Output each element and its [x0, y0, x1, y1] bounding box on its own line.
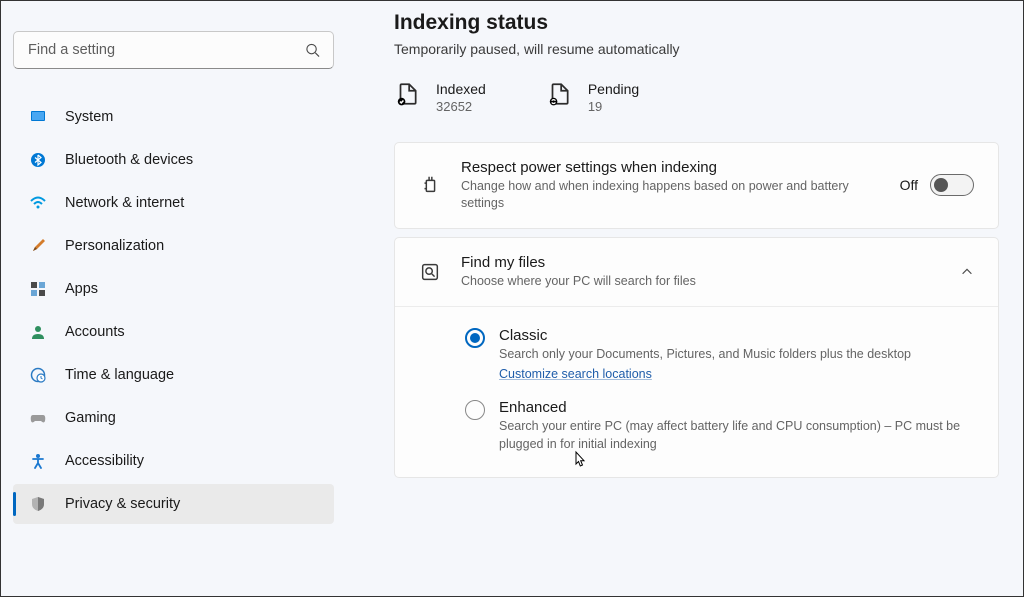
page-title: Indexing status	[394, 11, 999, 35]
enhanced-desc: Search your entire PC (may affect batter…	[499, 418, 974, 453]
radio-enhanced[interactable]	[465, 400, 485, 420]
findfiles-desc: Choose where your PC will search for fil…	[461, 273, 940, 290]
card-find-my-files: Find my files Choose where your PC will …	[394, 237, 999, 478]
sidebar-item-accessibility[interactable]: Accessibility	[13, 441, 334, 481]
sidebar-item-apps[interactable]: Apps	[13, 269, 334, 309]
file-check-icon	[394, 81, 420, 107]
customize-search-link[interactable]: Customize search locations	[499, 367, 652, 381]
sidebar-item-label: System	[65, 109, 113, 125]
sidebar-item-system[interactable]: System	[13, 97, 334, 137]
sidebar-item-personalization[interactable]: Personalization	[13, 226, 334, 266]
stat-indexed: Indexed 32652	[394, 81, 486, 114]
sidebar-item-label: Bluetooth & devices	[65, 152, 193, 168]
sidebar-item-label: Personalization	[65, 238, 164, 254]
sidebar: System Bluetooth & devices Network & int…	[1, 1, 346, 596]
magnify-files-icon	[419, 261, 441, 283]
sidebar-item-label: Network & internet	[65, 195, 184, 211]
power-toggle-state: Off	[900, 177, 918, 193]
gamepad-icon	[29, 409, 47, 427]
sidebar-item-privacy[interactable]: Privacy & security	[13, 484, 334, 524]
person-icon	[29, 323, 47, 341]
brush-icon	[29, 237, 47, 255]
stat-pending: Pending 19	[546, 81, 639, 114]
sidebar-item-label: Accessibility	[65, 453, 144, 469]
option-enhanced[interactable]: Enhanced Search your entire PC (may affe…	[465, 399, 974, 453]
find-files-header[interactable]: Find my files Choose where your PC will …	[395, 238, 998, 306]
indexing-stats: Indexed 32652 Pending 19	[394, 81, 999, 114]
file-sync-icon	[546, 81, 572, 107]
pending-label: Pending	[588, 81, 639, 97]
sidebar-item-label: Accounts	[65, 324, 125, 340]
power-desc: Change how and when indexing happens bas…	[461, 178, 880, 212]
apps-icon	[29, 280, 47, 298]
sidebar-item-label: Gaming	[65, 410, 116, 426]
sidebar-item-network[interactable]: Network & internet	[13, 183, 334, 223]
sidebar-item-accounts[interactable]: Accounts	[13, 312, 334, 352]
power-toggle[interactable]	[930, 174, 974, 196]
radio-classic[interactable]	[465, 328, 485, 348]
classic-desc: Search only your Documents, Pictures, an…	[499, 346, 911, 364]
sidebar-item-label: Time & language	[65, 367, 174, 383]
find-files-options: Classic Search only your Documents, Pict…	[395, 306, 998, 478]
search-input[interactable]	[13, 31, 334, 69]
sidebar-item-time[interactable]: Time & language	[13, 355, 334, 395]
indexed-label: Indexed	[436, 81, 486, 97]
sidebar-item-gaming[interactable]: Gaming	[13, 398, 334, 438]
page-subtitle: Temporarily paused, will resume automati…	[394, 41, 999, 57]
search-icon	[305, 43, 320, 58]
accessibility-icon	[29, 452, 47, 470]
main-content: Indexing status Temporarily paused, will…	[346, 1, 1023, 596]
classic-title: Classic	[499, 327, 911, 344]
chevron-up-icon	[960, 265, 974, 279]
plug-icon	[419, 174, 441, 196]
search-wrap	[13, 31, 334, 69]
card-power-settings: Respect power settings when indexing Cha…	[394, 142, 999, 229]
bluetooth-icon	[29, 151, 47, 169]
clock-globe-icon	[29, 366, 47, 384]
enhanced-title: Enhanced	[499, 399, 974, 416]
option-classic[interactable]: Classic Search only your Documents, Pict…	[465, 327, 974, 382]
system-icon	[29, 108, 47, 126]
wifi-icon	[29, 194, 47, 212]
sidebar-item-bluetooth[interactable]: Bluetooth & devices	[13, 140, 334, 180]
indexed-value: 32652	[436, 99, 486, 114]
findfiles-title: Find my files	[461, 254, 940, 271]
power-title: Respect power settings when indexing	[461, 159, 880, 176]
shield-icon	[29, 495, 47, 513]
sidebar-item-label: Apps	[65, 281, 98, 297]
sidebar-item-label: Privacy & security	[65, 496, 180, 512]
pending-value: 19	[588, 99, 639, 114]
